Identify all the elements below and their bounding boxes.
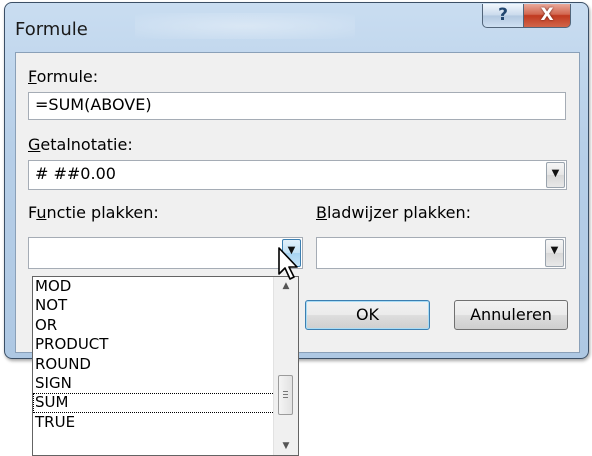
chevron-down-icon: ▼ <box>282 441 290 451</box>
dialog-title: Formule <box>15 19 88 40</box>
function-list: MOD NOT OR PRODUCT ROUND SIGN SUM TRUE <box>33 277 275 432</box>
formula-label: Formule: <box>28 67 98 86</box>
ok-button[interactable]: OK <box>305 300 430 330</box>
thumb-grip-line <box>283 391 288 392</box>
list-item-true[interactable]: TRUE <box>33 413 275 432</box>
formula-label-text: ormule: <box>36 67 99 86</box>
list-item-sign[interactable]: SIGN <box>33 374 275 393</box>
help-icon: ? <box>498 5 508 25</box>
scroll-down-button[interactable]: ▼ <box>274 437 298 455</box>
list-item-or[interactable]: OR <box>33 316 275 335</box>
list-item-sum[interactable]: SUM <box>33 393 275 413</box>
scroll-thumb[interactable] <box>278 375 293 415</box>
chevron-down-icon: ▼ <box>550 245 559 256</box>
help-button[interactable]: ? <box>482 4 524 28</box>
close-icon: X <box>540 5 554 25</box>
thumb-grip-line <box>283 397 288 398</box>
list-item-not[interactable]: NOT <box>33 296 275 315</box>
paste-bookmark-label-text: ladwijzer plakken: <box>326 203 472 222</box>
chevron-down-icon: ▼ <box>551 168 560 179</box>
paste-function-label-accel: u <box>36 203 47 222</box>
paste-bookmark-dropdown-button[interactable]: ▼ <box>545 239 564 267</box>
paste-function-label: Functie plakken: <box>28 203 159 222</box>
cancel-button[interactable]: Annuleren <box>454 300 568 330</box>
mouse-cursor-icon <box>278 247 298 280</box>
paste-function-dropdown-list[interactable]: MOD NOT OR PRODUCT ROUND SIGN SUM TRUE ▲… <box>32 276 299 456</box>
paste-function-label-text: nctie plakken: <box>46 203 159 222</box>
title-bar[interactable]: Formule ? X <box>5 3 588 51</box>
number-format-combo[interactable]: # ##0.00 ▼ <box>28 160 567 190</box>
title-glare <box>135 13 355 39</box>
close-button[interactable]: X <box>523 4 571 28</box>
paste-function-combo[interactable]: ▼ <box>28 237 303 269</box>
list-item-mod[interactable]: MOD <box>33 277 275 296</box>
paste-bookmark-combo[interactable]: ▼ <box>316 237 566 269</box>
formula-label-accel: F <box>28 67 37 86</box>
paste-bookmark-label-accel: B <box>316 203 327 222</box>
number-format-label-accel: G <box>28 135 41 154</box>
number-format-value: # ##0.00 <box>35 164 116 183</box>
number-format-label: Getalnotatie: <box>28 135 133 154</box>
list-item-round[interactable]: ROUND <box>33 355 275 374</box>
list-scrollbar[interactable]: ▲ ▼ <box>273 277 298 455</box>
number-format-dropdown-button[interactable]: ▼ <box>546 162 565 188</box>
thumb-grip-line <box>283 394 288 395</box>
list-item-product[interactable]: PRODUCT <box>33 335 275 354</box>
number-format-label-text: etalnotatie: <box>40 135 133 154</box>
formula-input[interactable]: =SUM(ABOVE) <box>28 92 566 120</box>
paste-bookmark-label: Bladwijzer plakken: <box>316 203 471 222</box>
